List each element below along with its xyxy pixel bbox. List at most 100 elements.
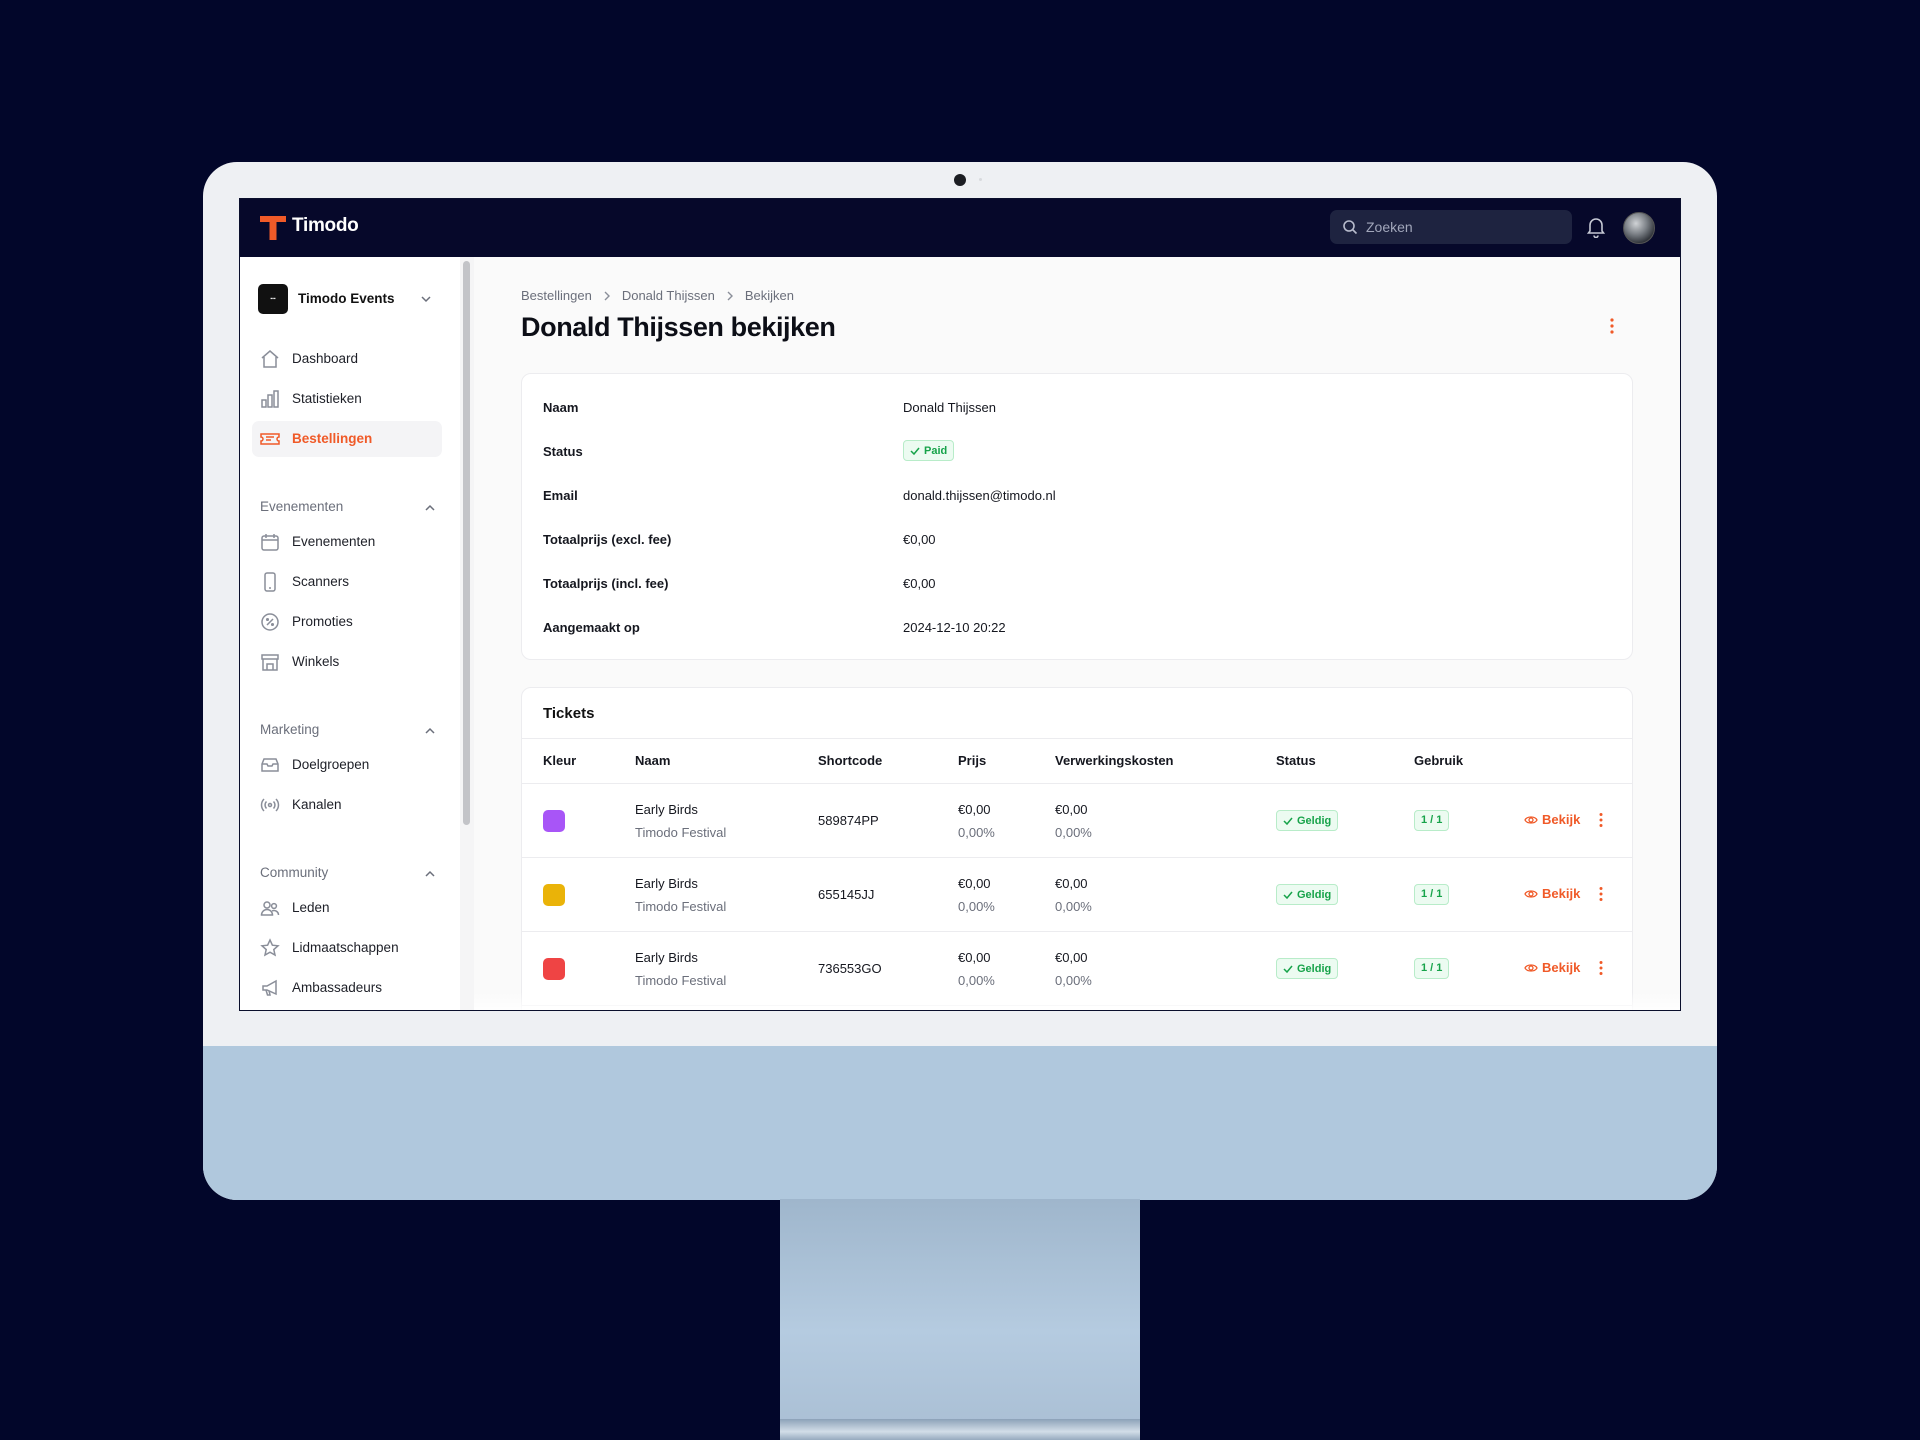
sidebar-item-label: Bestellingen <box>292 431 373 446</box>
brand-name[interactable]: Timodo <box>292 215 359 237</box>
color-swatch <box>543 810 565 832</box>
sidebar-item-winkels[interactable]: Winkels <box>252 644 442 680</box>
color-swatch <box>543 884 565 906</box>
user-avatar[interactable] <box>1623 212 1655 244</box>
main-content: Bestellingen Donald Thijssen Bekijken Do… <box>474 257 1680 1010</box>
sidebar-item-label: Statistieken <box>292 391 362 406</box>
detail-label: Email <box>543 488 578 503</box>
detail-value: donald.thijssen@timodo.nl <box>903 488 1056 503</box>
view-ticket-label: Bekijk <box>1542 812 1581 827</box>
timodo-logo-icon[interactable] <box>260 214 286 240</box>
phone-icon <box>264 572 276 592</box>
sidebar: ▪▪▪ Timodo Events Dashboard Statistieken… <box>240 257 460 1010</box>
eye-icon <box>1524 889 1538 898</box>
check-icon <box>1283 817 1293 825</box>
status-badge-label: Paid <box>924 444 948 457</box>
sidebar-item-promoties[interactable]: Promoties <box>252 604 442 640</box>
sidebar-item-label: Dashboard <box>292 351 359 366</box>
column-header[interactable]: Verwerkingskosten <box>1055 753 1174 768</box>
page-title: Donald Thijssen bekijken <box>521 312 836 342</box>
column-header[interactable]: Shortcode <box>818 753 882 768</box>
breadcrumb-item[interactable]: Bekijken <box>745 288 794 303</box>
camera <box>954 174 966 186</box>
org-name: Timodo Events <box>298 291 395 306</box>
more-vertical-icon[interactable] <box>1598 812 1604 828</box>
group-marketing-header[interactable]: Marketing <box>260 722 436 740</box>
sidebar-item-leden[interactable]: Leden <box>252 890 442 926</box>
detail-row-status: Status Paid <box>543 440 1613 462</box>
sidebar-item-bestellingen[interactable]: Bestellingen <box>252 421 442 457</box>
breadcrumb-item[interactable]: Donald Thijssen <box>622 288 715 303</box>
status-badge-label: Geldig <box>1297 888 1332 901</box>
view-ticket-button[interactable]: Bekijk <box>1524 812 1580 827</box>
sidebar-item-statistieken[interactable]: Statistieken <box>252 381 442 417</box>
status-badge: Geldig <box>1276 958 1339 979</box>
sidebar-item-label: Ambassadeurs <box>292 980 383 995</box>
chevron-right-icon <box>604 291 610 301</box>
status-badge: Geldig <box>1276 884 1339 905</box>
detail-row-email: Email donald.thijssen@timodo.nl <box>543 486 1613 506</box>
column-header[interactable]: Prijs <box>958 753 986 768</box>
color-swatch <box>543 958 565 980</box>
sidebar-item-dashboard[interactable]: Dashboard <box>252 341 442 377</box>
percent-badge-icon <box>261 613 279 631</box>
imac-stand-foot <box>780 1419 1140 1440</box>
table-row[interactable]: Early Birds Timodo Festival 655145JJ €0,… <box>522 858 1632 932</box>
detail-label: Totaalprijs (incl. fee) <box>543 576 669 591</box>
sidebar-item-label: Promoties <box>292 614 353 629</box>
table-header: Kleur Naam Shortcode Prijs Verwerkingsko… <box>522 738 1632 784</box>
ticket-event: Timodo Festival <box>635 973 727 988</box>
search-placeholder: Zoeken <box>1366 219 1413 235</box>
ticket-price-pct: 0,00% <box>958 825 995 840</box>
status-badge: Geldig <box>1276 810 1339 831</box>
view-ticket-button[interactable]: Bekijk <box>1524 886 1580 901</box>
ticket-shortcode: 736553GO <box>818 961 882 976</box>
ticket-name: Early Birds <box>635 802 698 817</box>
sidebar-item-label: Doelgroepen <box>292 757 370 772</box>
column-header[interactable]: Kleur <box>543 753 576 768</box>
bar-chart-icon <box>261 390 279 408</box>
order-details-card: Naam Donald Thijssen Status Paid Email d… <box>521 373 1633 660</box>
app-screen: Timodo Zoeken ▪▪▪ Timodo Events Dashboar… <box>239 198 1681 1011</box>
column-header[interactable]: Status <box>1276 753 1316 768</box>
table-row[interactable]: Early Birds Timodo Festival 589874PP €0,… <box>522 784 1632 858</box>
org-logo: ▪▪▪ <box>258 284 288 314</box>
group-evenementen-header[interactable]: Evenementen <box>260 499 436 517</box>
search-input[interactable]: Zoeken <box>1330 210 1572 244</box>
org-switcher[interactable]: ▪▪▪ Timodo Events <box>258 284 442 314</box>
more-vertical-icon[interactable] <box>1598 886 1604 902</box>
sidebar-scrollbar-thumb[interactable] <box>463 261 470 825</box>
sidebar-item-doelgroepen[interactable]: Doelgroepen <box>252 747 442 783</box>
ticket-event: Timodo Festival <box>635 825 727 840</box>
ticket-price: €0,00 <box>958 876 991 891</box>
breadcrumb-item[interactable]: Bestellingen <box>521 288 592 303</box>
detail-value: Donald Thijssen <box>903 400 996 415</box>
status-badge-label: Geldig <box>1297 814 1332 827</box>
users-icon <box>260 901 280 916</box>
sidebar-item-evenementen[interactable]: Evenementen <box>252 524 442 560</box>
ticket-name: Early Birds <box>635 950 698 965</box>
ticket-price-pct: 0,00% <box>958 973 995 988</box>
view-ticket-button[interactable]: Bekijk <box>1524 960 1580 975</box>
ticket-price-pct: 0,00% <box>958 899 995 914</box>
more-vertical-icon[interactable] <box>1609 317 1615 335</box>
detail-value: €0,00 <box>903 532 936 547</box>
sidebar-item-kanalen[interactable]: Kanalen <box>252 787 442 823</box>
detail-value: €0,00 <box>903 576 936 591</box>
sidebar-item-ambassadeurs[interactable]: Ambassadeurs <box>252 970 442 1006</box>
bell-icon[interactable] <box>1586 216 1606 238</box>
ticket-event: Timodo Festival <box>635 899 727 914</box>
sidebar-item-scanners[interactable]: Scanners <box>252 564 442 600</box>
group-title: Community <box>260 865 329 880</box>
scroll-fade <box>474 992 1680 1010</box>
column-header[interactable]: Naam <box>635 753 670 768</box>
ticket-name: Early Birds <box>635 876 698 891</box>
column-header[interactable]: Gebruik <box>1414 753 1463 768</box>
sidebar-item-label: Winkels <box>292 654 340 669</box>
more-vertical-icon[interactable] <box>1598 960 1604 976</box>
sidebar-item-label: Leden <box>292 900 330 915</box>
group-community-header[interactable]: Community <box>260 865 436 883</box>
sidebar-item-lidmaatschappen[interactable]: Lidmaatschappen <box>252 930 442 966</box>
detail-value: 2024-12-10 20:22 <box>903 620 1006 635</box>
eye-icon <box>1524 963 1538 972</box>
